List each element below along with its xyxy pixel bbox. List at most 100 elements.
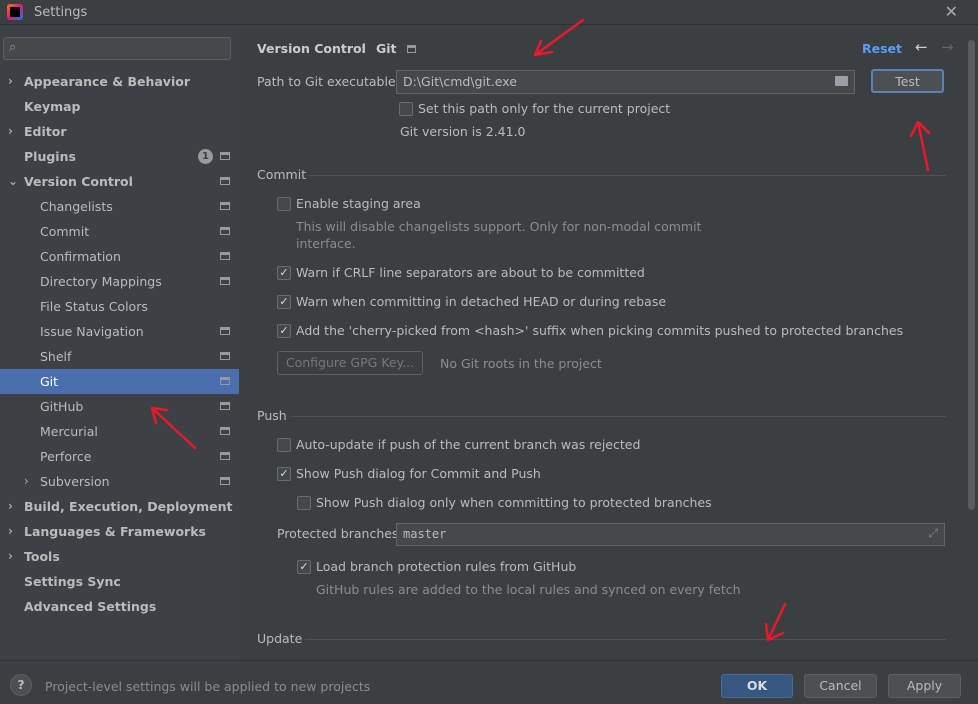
auto-update-label: Auto-update if push of the current branc… <box>296 437 641 452</box>
footer-note: Project-level settings will be applied t… <box>45 679 371 694</box>
close-icon[interactable]: ✕ <box>945 2 958 21</box>
sidebar-item-directory-mappings[interactable]: Directory Mappings <box>0 269 239 294</box>
sidebar-item-shelf[interactable]: Shelf <box>0 344 239 369</box>
protected-branches-input[interactable]: master ⤢ <box>396 523 945 546</box>
cherry-pick-checkbox[interactable]: ✓ <box>277 324 291 338</box>
sidebar-item-tools[interactable]: › Tools <box>0 544 239 569</box>
sidebar-item-label: Advanced Settings <box>24 599 157 614</box>
folder-icon[interactable] <box>835 76 848 86</box>
detached-label: Warn when committing in detached HEAD or… <box>296 294 667 309</box>
sidebar-item-perforce[interactable]: Perforce <box>0 444 239 469</box>
chevron-right-icon[interactable]: › <box>8 69 13 94</box>
sidebar-item-issue-navigation[interactable]: Issue Navigation <box>0 319 239 344</box>
sidebar-item-label: Directory Mappings <box>40 274 162 289</box>
sidebar-item-mercurial[interactable]: Mercurial <box>0 419 239 444</box>
chevron-right-icon[interactable]: › <box>8 519 13 544</box>
project-scope-icon <box>407 45 416 53</box>
only-protected-checkbox[interactable] <box>297 496 311 510</box>
ok-button[interactable]: OK <box>721 674 793 698</box>
sidebar-item-label: Changelists <box>40 199 113 214</box>
sidebar-item-label: Tools <box>24 549 60 564</box>
project-scope-icon <box>220 327 230 335</box>
sidebar-item-build-execution-deployment[interactable]: › Build, Execution, Deployment <box>0 494 239 519</box>
sidebar-item-label: Confirmation <box>40 249 121 264</box>
sidebar-item-label: Appearance & Behavior <box>24 74 190 89</box>
divider <box>305 639 946 640</box>
git-path-value: D:\Git\cmd\git.exe <box>403 74 517 89</box>
sidebar-item-git[interactable]: Git <box>0 369 239 394</box>
sidebar-item-label: Git <box>40 374 59 389</box>
configure-gpg-button[interactable]: Configure GPG Key... <box>277 351 423 375</box>
sidebar-item-plugins[interactable]: Plugins 1 <box>0 144 239 169</box>
sidebar-item-file-status-colors[interactable]: File Status Colors <box>0 294 239 319</box>
sidebar-item-keymap[interactable]: Keymap <box>0 94 239 119</box>
apply-button[interactable]: Apply <box>888 674 961 698</box>
sidebar-item-label: Languages & Frameworks <box>24 524 206 539</box>
footer: ? Project-level settings will be applied… <box>0 660 978 704</box>
chevron-down-icon[interactable]: ⌄ <box>8 169 18 194</box>
load-rules-label: Load branch protection rules from GitHub <box>316 559 577 574</box>
sidebar-item-label: Issue Navigation <box>40 324 144 339</box>
sidebar-item-changelists[interactable]: Changelists <box>0 194 239 219</box>
git-version-text: Git version is 2.41.0 <box>400 124 526 139</box>
load-rules-checkbox[interactable]: ✓ <box>297 560 311 574</box>
detached-checkbox[interactable]: ✓ <box>277 295 291 309</box>
sidebar-item-advanced-settings[interactable]: Advanced Settings <box>0 594 239 619</box>
help-button[interactable]: ? <box>10 674 32 696</box>
title-bar: Settings ✕ <box>0 0 978 25</box>
no-roots-text: No Git roots in the project <box>440 356 602 371</box>
this-project-checkbox[interactable] <box>399 102 413 116</box>
window-title: Settings <box>34 5 88 20</box>
staging-hint-2: interface. <box>296 236 356 251</box>
project-scope-icon <box>220 152 230 160</box>
this-project-label: Set this path only for the current proje… <box>418 101 671 116</box>
project-scope-icon <box>220 377 230 385</box>
expand-icon[interactable]: ⤢ <box>928 526 938 541</box>
cancel-button[interactable]: Cancel <box>804 674 877 698</box>
sidebar-item-languages-frameworks[interactable]: › Languages & Frameworks <box>0 519 239 544</box>
sidebar-item-label: GitHub <box>40 399 84 414</box>
sidebar-item-subversion[interactable]: › Subversion <box>0 469 239 494</box>
sidebar-item-label: Version Control <box>24 174 133 189</box>
project-scope-icon <box>220 202 230 210</box>
sidebar-item-label: Build, Execution, Deployment <box>24 499 233 514</box>
crlf-checkbox[interactable]: ✓ <box>277 266 291 280</box>
crlf-label: Warn if CRLF line separators are about t… <box>296 265 645 280</box>
sidebar-item-editor[interactable]: › Editor <box>0 119 239 144</box>
staging-checkbox[interactable] <box>277 197 291 211</box>
sidebar-item-label: File Status Colors <box>40 299 148 314</box>
sidebar-item-commit[interactable]: Commit <box>0 219 239 244</box>
app-logo-icon <box>7 4 23 20</box>
sidebar-item-label: Keymap <box>24 99 81 114</box>
git-path-label: Path to Git executable: <box>257 74 400 89</box>
chevron-right-icon[interactable]: › <box>8 119 13 144</box>
search-icon: ⌕ <box>9 40 17 55</box>
git-path-input[interactable]: D:\Git\cmd\git.exe <box>396 70 855 94</box>
commit-section-title: Commit <box>257 167 307 182</box>
chevron-right-icon[interactable]: › <box>8 494 13 519</box>
chevron-right-icon[interactable]: › <box>24 469 29 494</box>
test-button[interactable]: Test <box>871 69 944 93</box>
back-arrow-icon[interactable]: ← <box>915 38 928 56</box>
auto-update-checkbox[interactable] <box>277 438 291 452</box>
chevron-right-icon[interactable]: › <box>8 544 13 569</box>
scrollbar[interactable] <box>968 40 975 510</box>
show-push-dialog-checkbox[interactable]: ✓ <box>277 467 291 481</box>
sidebar-item-label: Shelf <box>40 349 72 364</box>
sidebar-item-label: Perforce <box>40 449 92 464</box>
sidebar-item-version-control[interactable]: ⌄ Version Control <box>0 169 239 194</box>
sidebar-item-settings-sync[interactable]: Settings Sync <box>0 569 239 594</box>
project-scope-icon <box>220 402 230 410</box>
project-scope-icon <box>220 477 230 485</box>
search-input[interactable]: ⌕ <box>3 37 231 60</box>
staging-label: Enable staging area <box>296 196 421 211</box>
cherry-pick-label: Add the 'cherry-picked from <hash>' suff… <box>296 323 904 338</box>
sidebar-item-confirmation[interactable]: Confirmation <box>0 244 239 269</box>
sidebar-item-label: Settings Sync <box>24 574 121 589</box>
sidebar-item-appearance-behavior[interactable]: › Appearance & Behavior <box>0 69 239 94</box>
sidebar-item-github[interactable]: GitHub <box>0 394 239 419</box>
breadcrumb-version-control[interactable]: Version Control <box>257 41 366 56</box>
reset-link[interactable]: Reset <box>862 41 902 56</box>
sidebar-item-label: Commit <box>40 224 90 239</box>
forward-arrow-icon[interactable]: → <box>941 38 954 56</box>
